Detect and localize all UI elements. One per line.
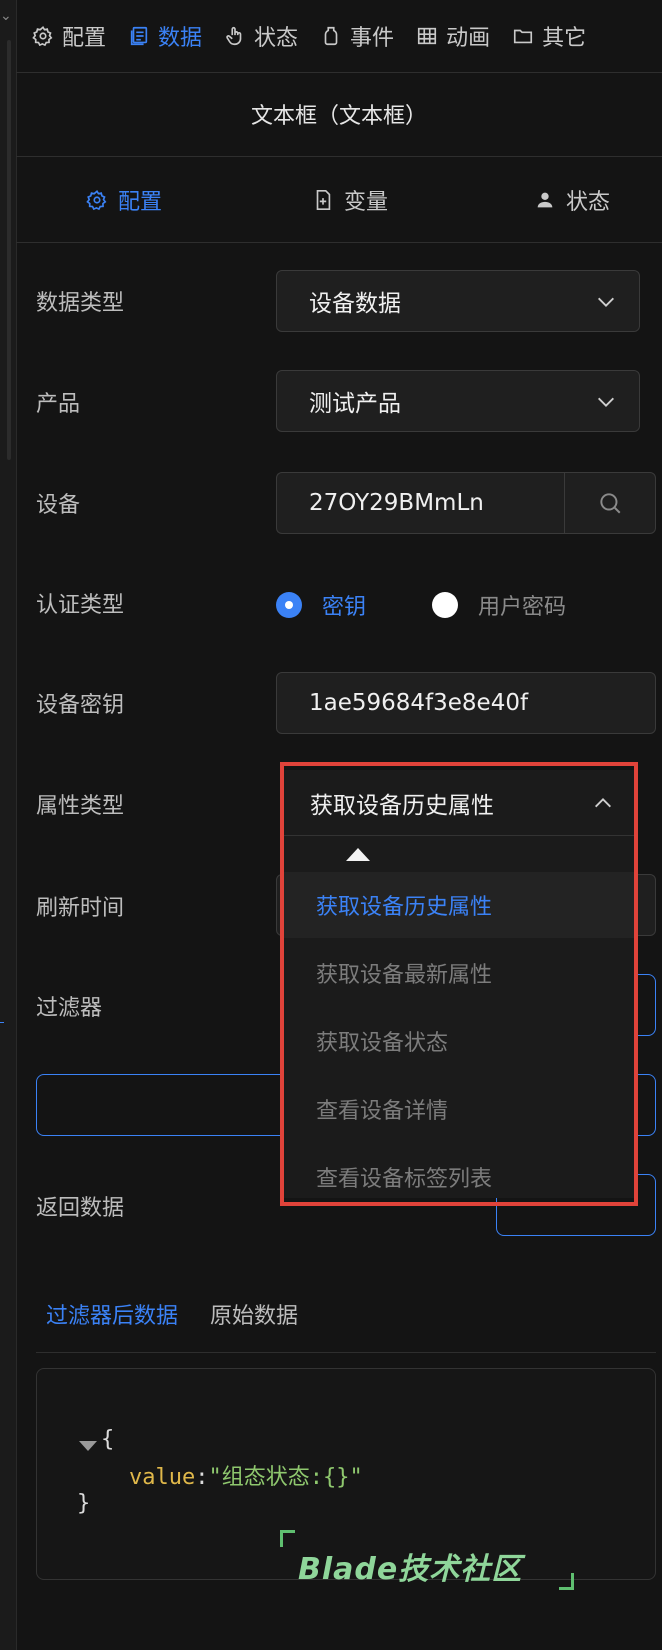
subtab-variables[interactable]: 变量 <box>312 184 388 216</box>
collapse-caret-icon[interactable] <box>79 1441 97 1451</box>
tab-state-label: 状态 <box>254 26 299 51</box>
chevron-down-icon <box>598 297 614 307</box>
radio-checked-icon <box>276 592 302 618</box>
watermark-corner-br <box>559 1573 574 1590</box>
search-icon <box>600 493 621 514</box>
subtab-variables-label: 变量 <box>344 190 389 215</box>
json-value: "组态状态:{}" <box>208 1465 363 1490</box>
strip-tick <box>0 1022 4 1023</box>
tab-config[interactable]: 配置 <box>32 20 106 52</box>
auth-radio-password-label: 用户密码 <box>478 595 567 620</box>
tab-raw-data[interactable]: 原始数据 <box>210 1298 298 1330</box>
device-secret-value: 1ae59684f3e8e40f <box>309 690 529 716</box>
grid-icon <box>417 27 437 45</box>
radio-unchecked-icon <box>432 592 458 618</box>
return-data-label: 返回数据 <box>36 1196 125 1221</box>
auth-type-label: 认证类型 <box>36 593 125 618</box>
json-colon: : <box>195 1465 209 1490</box>
json-entry: value:"组态状态:{}" <box>129 1459 363 1491</box>
chevron-down-icon <box>598 397 614 407</box>
tab-other-label: 其它 <box>542 26 587 51</box>
tab-data[interactable]: 数据 <box>128 20 202 52</box>
scrollbar-thumb[interactable] <box>7 40 11 460</box>
red-highlight-frame <box>280 762 638 1206</box>
tab-other[interactable]: 其它 <box>512 20 586 52</box>
auth-radio-secret-label: 密钥 <box>322 595 367 620</box>
data-icon <box>130 26 148 46</box>
device-input[interactable]: 27OY29BMmLn <box>276 472 564 534</box>
file-plus-icon <box>316 190 331 210</box>
device-field-group: 27OY29BMmLn <box>276 472 656 534</box>
strip-glyph: ⌄ <box>0 8 12 24</box>
data-type-select[interactable]: 设备数据 <box>276 270 640 332</box>
tab-animation-label: 动画 <box>446 26 491 51</box>
product-select[interactable]: 测试产品 <box>276 370 640 432</box>
data-type-label: 数据类型 <box>36 291 125 316</box>
subtab-config[interactable]: 配置 <box>86 184 162 216</box>
product-label: 产品 <box>36 392 81 417</box>
device-secret-label: 设备密钥 <box>36 693 125 718</box>
tab-data-label: 数据 <box>158 26 203 51</box>
gear-icon <box>86 190 107 211</box>
hand-pointer-icon <box>226 26 242 46</box>
subtab-state-label: 状态 <box>566 190 611 215</box>
device-value: 27OY29BMmLn <box>309 490 484 516</box>
result-tab-bar: 过滤器后数据 原始数据 <box>36 1290 656 1353</box>
refresh-time-label: 刷新时间 <box>36 896 125 921</box>
attr-type-label: 属性类型 <box>36 794 125 819</box>
device-secret-input[interactable]: 1ae59684f3e8e40f <box>276 672 656 734</box>
device-label: 设备 <box>36 493 81 518</box>
json-close-brace: } <box>77 1491 91 1516</box>
tab-event[interactable]: 事件 <box>320 20 394 52</box>
tab-state[interactable]: 状态 <box>224 20 298 52</box>
panel-title: 文本框（文本框） <box>16 72 662 157</box>
auth-radio-password[interactable]: 用户密码 <box>432 589 566 621</box>
data-type-value: 设备数据 <box>309 291 401 317</box>
watermark: Blade技术社区 <box>280 1530 580 1590</box>
tab-filtered-data[interactable]: 过滤器后数据 <box>46 1298 178 1330</box>
tab-event-label: 事件 <box>350 26 395 51</box>
tab-config-label: 配置 <box>62 26 107 51</box>
device-search-button[interactable] <box>564 472 656 534</box>
json-key: value <box>129 1465 196 1490</box>
filter-label: 过滤器 <box>36 996 103 1021</box>
left-scroll-strip: ⌄ <box>0 0 17 1650</box>
subtab-state[interactable]: 状态 <box>534 184 610 216</box>
folder-icon <box>514 29 533 44</box>
sub-tab-bar: 配置 变量 状态 <box>16 156 662 243</box>
product-value: 测试产品 <box>309 391 401 417</box>
json-open-brace: { <box>101 1427 115 1452</box>
event-icon <box>324 26 338 46</box>
user-icon <box>537 192 553 208</box>
gear-icon <box>32 26 53 47</box>
tab-animation[interactable]: 动画 <box>416 20 490 52</box>
top-tab-bar: 配置 数据 状态 事件 动画 其它 <box>16 0 662 73</box>
watermark-text: Blade技术社区 <box>298 1552 523 1587</box>
watermark-corner-tl <box>280 1530 295 1547</box>
subtab-config-label: 配置 <box>118 190 163 215</box>
auth-radio-secret[interactable]: 密钥 <box>276 589 366 621</box>
